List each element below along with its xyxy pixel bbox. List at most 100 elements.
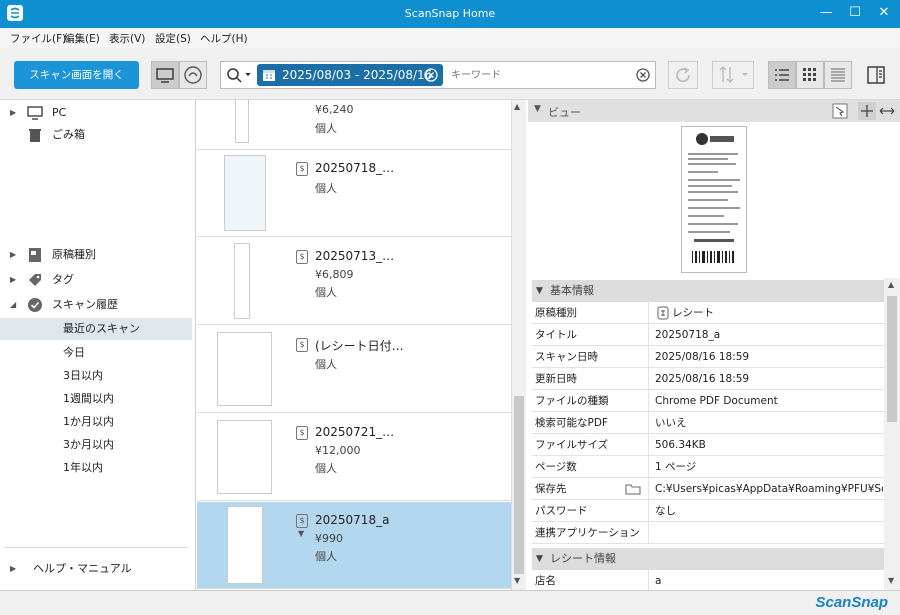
receipt-icon: $ bbox=[296, 426, 308, 440]
property-key: ファイルの種類 bbox=[535, 395, 609, 407]
property-row[interactable]: タイトル 20250718_a bbox=[532, 324, 884, 346]
folder-icon[interactable] bbox=[625, 482, 641, 496]
detail-view-icon[interactable] bbox=[824, 61, 852, 89]
history-1year[interactable]: 1年以内 bbox=[0, 457, 192, 479]
property-row[interactable]: ファイルの種類 Chrome PDF Document bbox=[532, 390, 884, 412]
tree-document-type[interactable]: ▶ 原稿種別 bbox=[0, 244, 192, 266]
pan-icon[interactable] bbox=[858, 102, 876, 120]
list-view-icon[interactable] bbox=[768, 61, 796, 89]
property-row[interactable]: 保存先 C:¥Users¥picas¥AppData¥Roaming¥PFU¥Sc… bbox=[532, 478, 884, 500]
property-row[interactable]: 連携アプリケーション bbox=[532, 522, 884, 544]
basic-info-header[interactable]: ▼ 基本情報 bbox=[532, 280, 884, 302]
history-today[interactable]: 今日 bbox=[0, 342, 192, 364]
receipt-icon: $ bbox=[296, 338, 308, 352]
menu-file[interactable]: ファイル(F) bbox=[10, 31, 66, 46]
menu-help[interactable]: ヘルプ(H) bbox=[200, 31, 248, 46]
tree-help-label: ヘルプ・マニュアル bbox=[33, 562, 132, 575]
menu-view[interactable]: 表示(V) bbox=[109, 31, 145, 46]
property-key: パスワード bbox=[535, 505, 588, 517]
history-1month[interactable]: 1か月以内 bbox=[0, 411, 192, 433]
tree-trash[interactable]: ごみ箱 bbox=[0, 124, 192, 146]
pc-view-icon[interactable] bbox=[151, 61, 179, 89]
scroll-up-icon[interactable]: ▲ bbox=[888, 280, 894, 289]
property-key: 原稿種別 bbox=[535, 307, 577, 319]
tree-help-manual[interactable]: ▶ ヘルプ・マニュアル bbox=[0, 558, 192, 580]
property-key: 店名 bbox=[535, 575, 556, 587]
property-row[interactable]: 店名 a bbox=[532, 570, 884, 592]
search-bar[interactable]: 2025/08/03 - 2025/08/16 bbox=[220, 61, 656, 89]
close-button[interactable]: ✕ bbox=[872, 4, 896, 22]
title-bar: ScanSnap Home — ☐ ✕ bbox=[0, 0, 900, 28]
clear-date-icon[interactable] bbox=[424, 68, 438, 82]
expand-arrow-icon[interactable]: ▶ bbox=[10, 244, 16, 266]
calendar-icon bbox=[263, 70, 275, 81]
list-item[interactable]: ¥6,240 個人 bbox=[197, 100, 511, 150]
search-icon[interactable] bbox=[225, 66, 253, 84]
expand-arrow-icon[interactable]: ▶ bbox=[10, 269, 16, 291]
column-divider bbox=[648, 302, 649, 324]
collapse-icon[interactable]: ▼ bbox=[534, 104, 541, 114]
history-1week[interactable]: 1週間以内 bbox=[0, 388, 192, 410]
menu-settings[interactable]: 設定(S) bbox=[155, 31, 191, 46]
receipt-icon: $ bbox=[296, 162, 308, 176]
grid-view-icon[interactable] bbox=[796, 61, 824, 89]
fit-width-icon[interactable] bbox=[878, 102, 896, 120]
minimize-button[interactable]: — bbox=[814, 4, 838, 22]
navigation-pane: ▶ PC ごみ箱 ▶ 原稿種別 ▶ タグ ◢ スキャン履歴 最近のスキャン 今日… bbox=[0, 100, 196, 590]
history-recent[interactable]: 最近のスキャン bbox=[0, 318, 192, 340]
column-divider bbox=[648, 368, 649, 390]
receipt-thumbnail bbox=[234, 243, 250, 319]
property-row[interactable]: スキャン日時 2025/08/16 18:59 bbox=[532, 346, 884, 368]
tag-icon bbox=[29, 274, 41, 286]
scrollbar-thumb[interactable] bbox=[514, 396, 524, 574]
detail-scrollbar[interactable]: ▲ ▼ bbox=[884, 278, 900, 590]
clear-keyword-icon[interactable] bbox=[636, 68, 650, 82]
list-item[interactable]: $ 20250713_… ¥6,809 個人 bbox=[197, 238, 511, 325]
expand-arrow-icon[interactable]: ▶ bbox=[10, 558, 16, 580]
property-row[interactable]: ファイルサイズ 506.34KB bbox=[532, 434, 884, 456]
scroll-down-icon[interactable]: ▼ bbox=[888, 576, 894, 585]
receipt-info-header[interactable]: ▼ レシート情報 bbox=[532, 548, 884, 570]
scrollbar-thumb[interactable] bbox=[887, 296, 897, 422]
history-3days[interactable]: 3日以内 bbox=[0, 365, 192, 387]
property-value: 1 ページ bbox=[655, 461, 697, 473]
property-row[interactable]: パスワード なし bbox=[532, 500, 884, 522]
refresh-icon[interactable] bbox=[668, 61, 698, 89]
list-item[interactable]: $ (レシート日付… 個人 bbox=[197, 326, 511, 413]
dropdown-arrow-icon[interactable]: ▼ bbox=[298, 529, 304, 538]
panel-toggle-icon[interactable] bbox=[862, 61, 890, 89]
collapse-arrow-icon[interactable]: ◢ bbox=[10, 294, 16, 316]
collapse-icon[interactable]: ▼ bbox=[536, 280, 543, 302]
scansnap-brand-logo: ScanSnap bbox=[815, 594, 888, 611]
cloud-view-icon[interactable] bbox=[179, 61, 207, 89]
expand-arrow-icon[interactable]: ▶ bbox=[10, 102, 16, 124]
maximize-button[interactable]: ☐ bbox=[843, 4, 867, 22]
record-amount: ¥12,000 bbox=[315, 444, 361, 457]
list-item[interactable]: $ 20250718_… 個人 bbox=[197, 150, 511, 237]
tree-tags[interactable]: ▶ タグ bbox=[0, 269, 192, 291]
tree-pc[interactable]: ▶ PC bbox=[0, 102, 192, 124]
date-range-text: 2025/08/03 - 2025/08/16 bbox=[282, 68, 433, 82]
collapse-icon[interactable]: ▼ bbox=[536, 548, 543, 570]
property-value: なし bbox=[655, 505, 676, 517]
viewer-header: ▼ ビュー bbox=[528, 100, 900, 122]
tree-trash-label: ごみ箱 bbox=[52, 128, 85, 141]
scroll-down-icon[interactable]: ▼ bbox=[514, 576, 520, 585]
list-item-selected[interactable]: $ ▼ 20250718_a ¥990 個人 bbox=[197, 502, 511, 589]
list-scrollbar[interactable]: ▲ ▼ bbox=[511, 100, 526, 590]
property-row[interactable]: 更新日時 2025/08/16 18:59 bbox=[532, 368, 884, 390]
property-row[interactable]: ページ数 1 ページ bbox=[532, 456, 884, 478]
sort-icon[interactable] bbox=[712, 61, 754, 89]
keyword-input[interactable] bbox=[451, 66, 631, 84]
select-area-icon[interactable] bbox=[831, 102, 849, 120]
tree-scan-history[interactable]: ◢ スキャン履歴 bbox=[0, 294, 192, 316]
scroll-up-icon[interactable]: ▲ bbox=[514, 102, 520, 111]
property-row[interactable]: 原稿種別 レシート bbox=[532, 302, 884, 324]
history-3months[interactable]: 3か月以内 bbox=[0, 434, 192, 456]
window-title: ScanSnap Home bbox=[404, 7, 496, 20]
menu-edit[interactable]: 編集(E) bbox=[64, 31, 100, 46]
date-range-filter[interactable]: 2025/08/03 - 2025/08/16 bbox=[257, 64, 443, 86]
property-row[interactable]: 検索可能なPDF いいえ bbox=[532, 412, 884, 434]
open-scan-screen-button[interactable]: スキャン画面を開く bbox=[14, 61, 139, 89]
list-item[interactable]: $ 20250721_… ¥12,000 個人 bbox=[197, 414, 511, 501]
